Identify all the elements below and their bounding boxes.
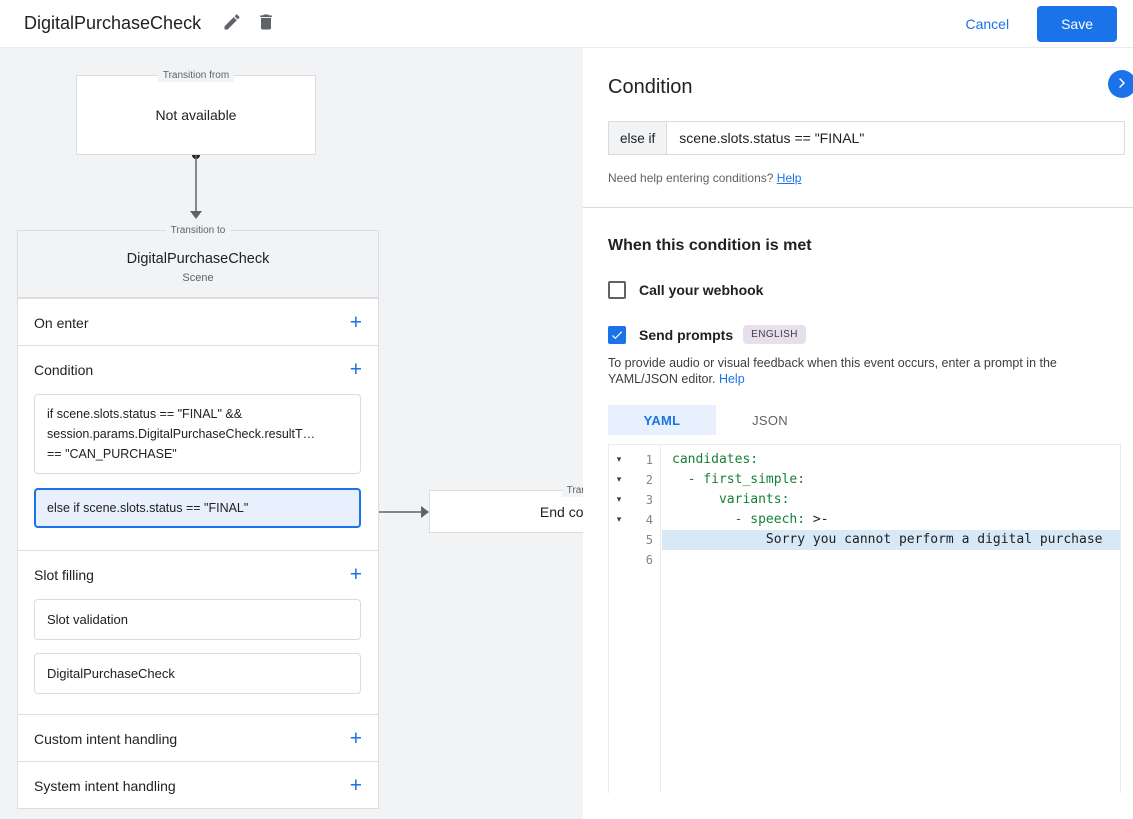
add-on-enter-button[interactable]: + <box>350 312 362 333</box>
fold-toggle-icon[interactable]: ▾ <box>609 470 629 490</box>
condition-editor-panel: Condition else if Need help entering con… <box>583 48 1133 819</box>
topbar: DigitalPurchaseCheck Cancel Save <box>0 0 1133 48</box>
cancel-button[interactable]: Cancel <box>965 16 1009 32</box>
tab-yaml[interactable]: YAML <box>608 405 716 435</box>
send-prompts-check-row: Send prompts ENGLISH <box>608 325 1108 344</box>
slot-filling-label: Slot filling <box>34 567 94 583</box>
line-number: 6 <box>645 553 653 567</box>
code-line: candidates: <box>672 452 759 467</box>
scene-card-header[interactable]: Transition to DigitalPurchaseCheck Scene <box>18 224 378 298</box>
code-line: - speech: >- <box>672 512 829 527</box>
condition-help-line: Need help entering conditions? Help <box>608 171 1108 185</box>
section-condition: Condition + if scene.slots.status == "FI… <box>18 345 378 528</box>
prompt-description: To provide audio or visual feedback when… <box>608 355 1108 387</box>
webhook-checkbox-unchecked[interactable] <box>608 281 626 299</box>
content: Transition from Not available Transition… <box>0 48 1133 819</box>
page-title: DigitalPurchaseCheck <box>24 13 202 33</box>
when-condition-met-title: When this condition is met <box>608 237 812 254</box>
yaml-editor[interactable]: ▾ 1 candidates: ▾ 2 - first_simple: ▾ 3 varian… <box>608 444 1121 793</box>
scene-card-subtitle: Scene <box>182 272 214 284</box>
editor-line[interactable]: 5 Sorry you cannot perform a digital pur… <box>609 530 1120 550</box>
editor-line[interactable]: 6 <box>609 550 1120 570</box>
code-line: - first_simple: <box>672 472 806 487</box>
prompt-description-text: To provide audio or visual feedback when… <box>608 356 1057 386</box>
transition-from-node[interactable]: Transition from Not available <box>76 69 316 155</box>
editor-line[interactable]: ▾ 2 - first_simple: <box>609 470 1120 490</box>
code-line: variants: <box>672 492 790 507</box>
transition-from-value: Not available <box>155 107 237 123</box>
editor-line[interactable]: ▾ 1 candidates: <box>609 450 1120 470</box>
webhook-check-row: Call your webhook <box>608 281 1108 299</box>
condition-help-text: Need help entering conditions? <box>608 171 774 185</box>
section-custom-intent: Custom intent handling + <box>18 714 378 761</box>
scene-card-title: DigitalPurchaseCheck <box>126 251 270 267</box>
line-number: 4 <box>645 513 653 527</box>
line-number: 2 <box>645 473 653 487</box>
language-badge: ENGLISH <box>743 325 806 344</box>
fold-toggle-icon[interactable]: ▾ <box>609 490 629 510</box>
editor-line[interactable]: ▾ 4 - speech: >- <box>609 510 1120 530</box>
on-enter-label: On enter <box>34 315 89 331</box>
condition-prefix-label: else if <box>608 121 667 155</box>
slot-digitalpurchasecheck-box[interactable]: DigitalPurchaseCheck <box>34 653 361 694</box>
save-button[interactable]: Save <box>1037 5 1117 42</box>
editor-line[interactable]: ▾ 3 variants: <box>609 490 1120 510</box>
add-slot-button[interactable]: + <box>350 564 362 585</box>
panel-title: Condition <box>608 76 693 98</box>
slot-validation-box[interactable]: Slot validation <box>34 599 361 640</box>
custom-intent-label: Custom intent handling <box>34 731 178 747</box>
condition-input-row: else if <box>608 121 1125 155</box>
add-custom-intent-button[interactable]: + <box>350 728 362 749</box>
section-slot-filling: Slot filling + Slot validation DigitalPu… <box>18 550 378 694</box>
checkmark-icon <box>610 328 624 342</box>
tab-json[interactable]: JSON <box>716 405 824 435</box>
system-intent-label: System intent handling <box>34 778 176 794</box>
end-node-value: End conversation <box>539 503 583 520</box>
fold-toggle-icon[interactable]: ▾ <box>609 450 629 470</box>
condition-elseif-box-selected[interactable]: else if scene.slots.status == "FINAL" <box>34 488 361 528</box>
condition-expression-input[interactable] <box>666 121 1125 155</box>
editor-tabs: YAML JSON <box>608 405 1108 435</box>
edit-title-button[interactable] <box>215 7 249 41</box>
send-prompts-label: Send prompts <box>639 326 734 343</box>
pencil-icon <box>222 12 242 35</box>
send-prompts-checkbox-checked[interactable] <box>608 325 626 344</box>
condition-label: Condition <box>34 362 94 378</box>
transition-to-label: Transition to <box>165 224 231 237</box>
line-number: 5 <box>645 533 653 547</box>
end-conversation-node[interactable]: Transition to End conversation <box>429 484 583 533</box>
line-number: 3 <box>645 493 653 507</box>
condition-if-line-2: session.params.DigitalPurchaseCheck.resu… <box>47 427 316 441</box>
end-node-transition-label: Transition to <box>561 484 583 497</box>
transition-from-label: Transition from <box>157 69 235 82</box>
add-system-intent-button[interactable]: + <box>350 775 362 796</box>
collapse-panel-button[interactable] <box>1108 70 1133 98</box>
line-number: 1 <box>645 453 653 467</box>
section-on-enter: On enter + <box>18 298 378 345</box>
delete-scene-button[interactable] <box>249 7 283 41</box>
scene-graph-canvas[interactable]: Transition from Not available Transition… <box>0 48 583 819</box>
condition-if-box[interactable]: if scene.slots.status == "FINAL" && sess… <box>34 394 361 474</box>
condition-if-line-3: == "CAN_PURCHASE" <box>47 447 177 461</box>
trash-icon <box>256 12 276 35</box>
condition-help-link[interactable]: Help <box>777 171 802 185</box>
panel-divider <box>583 207 1133 208</box>
condition-if-line-1: if scene.slots.status == "FINAL" && <box>47 407 243 421</box>
yaml-editor-lines: ▾ 1 candidates: ▾ 2 - first_simple: ▾ 3 varian… <box>609 445 1120 570</box>
chevron-right-icon <box>1114 75 1130 94</box>
section-system-intent: System intent handling + <box>18 761 378 808</box>
scene-card: Transition to DigitalPurchaseCheck Scene… <box>17 224 379 809</box>
prompt-help-link[interactable]: Help <box>719 372 745 386</box>
code-line: Sorry you cannot perform a digital purch… <box>662 530 1120 550</box>
add-condition-button[interactable]: + <box>350 359 362 380</box>
webhook-label: Call your webhook <box>639 282 764 298</box>
fold-toggle-icon[interactable]: ▾ <box>609 510 629 530</box>
